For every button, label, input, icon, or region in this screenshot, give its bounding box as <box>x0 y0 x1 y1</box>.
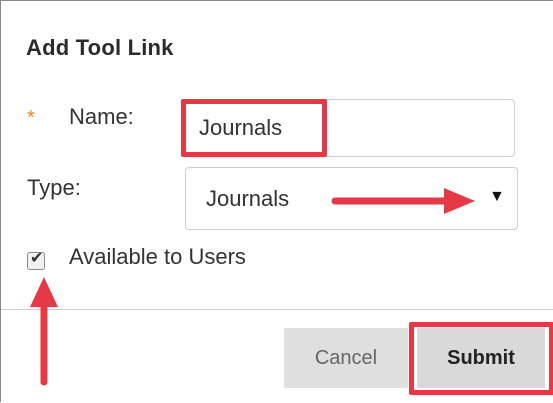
footer-divider <box>1 309 553 310</box>
dialog-title: Add Tool Link <box>26 35 174 60</box>
submit-button[interactable]: Submit <box>417 328 545 388</box>
checkmark-icon: ✔ <box>30 250 44 267</box>
type-label: Type: <box>27 175 81 200</box>
add-tool-link-dialog: Add Tool Link * Name: Type: Journals ▼ ✔… <box>0 0 553 402</box>
type-select-value: Journals <box>206 186 290 211</box>
available-to-users-label[interactable]: Available to Users <box>69 244 246 270</box>
required-star-icon: * <box>27 107 35 129</box>
chevron-down-icon: ▼ <box>489 188 505 205</box>
name-label: Name: <box>69 104 134 129</box>
name-input[interactable] <box>181 99 515 157</box>
available-to-users-checkbox[interactable]: ✔ <box>27 250 45 270</box>
up-arrow-icon <box>30 277 58 386</box>
type-select[interactable]: Journals ▼ <box>185 167 518 230</box>
cancel-button[interactable]: Cancel <box>284 328 408 388</box>
